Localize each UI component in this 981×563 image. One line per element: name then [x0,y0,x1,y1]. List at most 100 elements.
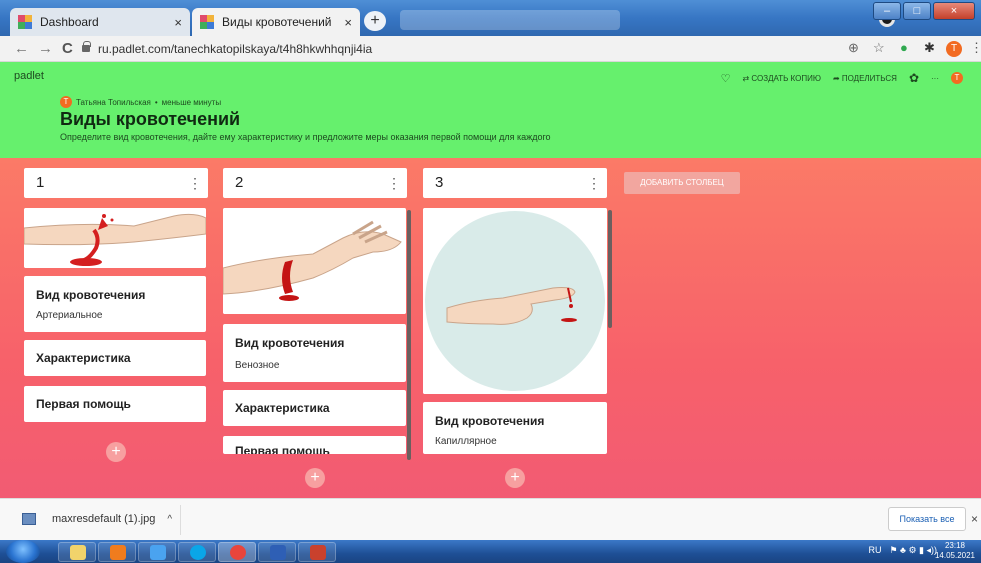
bookmark-star-icon[interactable]: ☆ [873,40,885,56]
venous-bleeding-image [223,208,406,314]
column-scrollbar[interactable] [608,210,612,328]
start-button[interactable] [6,540,40,563]
header-actions: ♡ ⇄ СОЗДАТЬ КОПИЮ ➦ ПОДЕЛИТЬСЯ ✿ ··· Т [721,69,981,87]
padlet-header: padlet ♡ ⇄ СОЗДАТЬ КОПИЮ ➦ ПОДЕЛИТЬСЯ ✿ … [0,62,981,158]
card-characteristic-2[interactable]: Характеристика [223,390,406,426]
padlet-board: 1 ⋮ Вид кровотечения Артериальное Характ… [0,158,981,498]
lock-icon [82,41,91,52]
image-card-venous[interactable] [223,208,406,314]
close-downloads-icon[interactable]: × [971,512,978,526]
taskbar-app[interactable] [298,542,336,562]
taskbar-internet-explorer[interactable] [138,542,176,562]
back-arrow-icon[interactable]: ← [14,40,29,57]
card-title: Вид кровотечения [36,288,146,302]
add-column-button[interactable]: ДОБАВИТЬ СТОЛБЕЦ [624,172,740,194]
taskbar-media-player[interactable] [98,542,136,562]
extensions-puzzle-icon[interactable]: ✱ [924,40,935,56]
maximize-button[interactable]: □ [903,2,931,20]
windows-taskbar: RU ⚑ ♣ ⚙ ▮ ◂)) 23:18 14.05.2021 [0,540,981,563]
card-title: Характеристика [235,401,330,415]
card-title: Первая помощь [235,444,330,454]
padlet-favicon-icon [200,15,214,29]
taskbar-word[interactable] [258,542,296,562]
clock-date: 14.05.2021 [934,551,975,560]
user-avatar[interactable]: Т [951,72,975,84]
author-avatar: Т [60,96,72,108]
add-post-button-2[interactable]: + [305,468,325,488]
card-text: Капиллярное [435,436,497,447]
taskbar-explorer[interactable] [58,542,96,562]
padlet-logo[interactable]: padlet [14,70,44,82]
tab-label: Виды кровотечений [222,15,332,29]
add-post-button-1[interactable]: + [106,442,126,462]
add-post-button-3[interactable]: + [505,468,525,488]
settings-gear-icon[interactable]: ✿ [909,71,919,85]
tab-bleeding-types[interactable]: Виды кровотечений × [192,8,360,36]
share-button[interactable]: ➦ ПОДЕЛИТЬСЯ [833,74,897,83]
taskbar-chrome[interactable] [218,542,256,562]
column-title: 3 [435,174,444,191]
page-subtitle: Определите вид кровотечения, дайте ему х… [60,132,551,142]
card-first-aid-2[interactable]: Первая помощь [223,436,406,454]
column-menu-icon[interactable]: ⋮ [188,168,202,198]
extension-icon[interactable]: ● [900,40,908,55]
show-all-button[interactable]: Показать все [888,507,966,531]
window-controls: – □ × [873,2,975,20]
tab-dashboard[interactable]: Dashboard × [10,8,190,36]
image-card-capillary[interactable] [423,208,607,394]
chevron-up-icon[interactable]: ^ [167,514,172,525]
profile-avatar-icon[interactable]: Т [946,40,962,57]
clock-time: 23:18 [944,541,965,550]
heart-icon[interactable]: ♡ [721,72,731,85]
copy-button[interactable]: ⇄ СОЗДАТЬ КОПИЮ [742,74,820,83]
clock[interactable]: 23:18 14.05.2021 [935,541,975,561]
author-time: меньше минуты [161,97,222,107]
author-name[interactable]: Татьяна Топильская [76,98,151,107]
author-line: Т Татьяна Топильская • меньше минуты [60,96,221,108]
card-type-2[interactable]: Вид кровотечения Венозное [223,324,406,382]
language-indicator[interactable]: RU [868,545,881,556]
more-options-icon[interactable]: ··· [931,74,939,83]
card-title: Вид кровотечения [235,336,345,350]
forward-arrow-icon[interactable]: → [38,40,53,57]
divider [180,505,181,535]
card-type-1[interactable]: Вид кровотечения Артериальное [24,276,206,332]
url-text: ru.padlet.com/tanechkatopilskaya/t4h8hkw… [98,42,373,56]
tab-close-icon[interactable]: × [344,15,352,30]
taskbar-skype[interactable] [178,542,216,562]
new-tab-button[interactable]: + [364,11,386,31]
page-title: Виды кровотечений [60,109,241,129]
card-characteristic-1[interactable]: Характеристика [24,340,206,376]
column-header-2[interactable]: 2 ⋮ [223,168,407,198]
minimize-button[interactable]: – [873,2,901,20]
browser-toolbar: ← → C ru.padlet.com/tanechkatopilskaya/t… [0,36,981,62]
tab-label: Dashboard [40,15,99,29]
column-scrollbar[interactable] [407,210,411,460]
tab-close-icon[interactable]: × [174,15,182,30]
card-type-3[interactable]: Вид кровотечения Капиллярное [423,402,607,454]
browser-tab-strip: Dashboard × Виды кровотечений × + – □ × [0,0,981,36]
blurred-tab[interactable] [400,10,620,30]
card-text: Венозное [235,360,280,371]
arterial-bleeding-image [24,208,206,268]
column-menu-icon[interactable]: ⋮ [587,168,601,198]
card-first-aid-1[interactable]: Первая помощь [24,386,206,422]
image-card-arterial[interactable] [24,208,206,268]
close-window-button[interactable]: × [933,2,975,20]
downloads-bar: maxresdefault (1).jpg ^ Показать все × [0,498,981,540]
column-header-3[interactable]: 3 ⋮ [423,168,607,198]
card-title: Вид кровотечения [435,414,545,428]
column-title: 1 [36,174,45,191]
download-item[interactable]: maxresdefault (1).jpg ^ [22,513,172,525]
card-text: Артериальное [36,310,103,321]
address-bar[interactable]: ru.padlet.com/tanechkatopilskaya/t4h8hkw… [82,39,792,59]
image-file-icon [22,513,36,525]
chrome-menu-icon[interactable]: ⋮ [970,40,981,56]
card-title: Характеристика [36,351,131,365]
padlet-favicon-icon [18,15,32,29]
column-menu-icon[interactable]: ⋮ [387,168,401,198]
tray-icons[interactable]: ⚑ ♣ ⚙ ▮ ◂)) [889,545,937,556]
column-header-1[interactable]: 1 ⋮ [24,168,208,198]
reload-icon[interactable]: C [62,40,73,57]
translate-icon[interactable]: ⊕ [848,40,859,56]
